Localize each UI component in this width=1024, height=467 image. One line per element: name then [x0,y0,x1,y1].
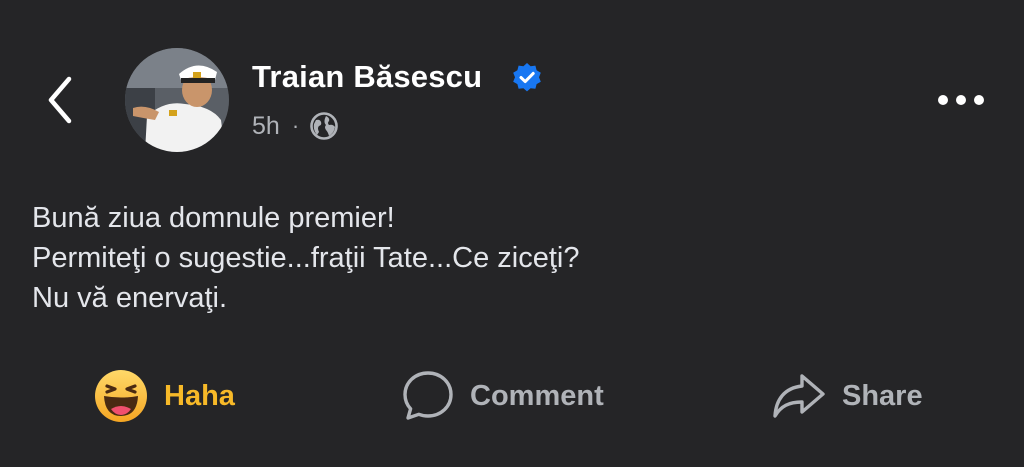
avatar[interactable] [125,48,229,152]
haha-label: Haha [164,379,235,412]
haha-reaction-button[interactable]: Haha [94,366,235,426]
comment-icon [403,371,453,420]
share-button[interactable]: Share [772,366,923,426]
chevron-left-icon [48,76,72,124]
verified-badge-icon [513,63,541,92]
post-line-1: Bună ziua domnule premier! [32,202,395,234]
post-line-2: Permiteţi o sugestie...fraţii Tate...Ce … [32,242,580,274]
more-dots-icon [938,95,948,105]
meta-separator: · [291,113,300,138]
share-icon [773,374,825,418]
author-name[interactable]: Traian Băsescu [252,59,482,95]
post-meta: 5h · [252,111,339,141]
more-options-button[interactable] [930,84,992,116]
comment-label: Comment [470,379,604,412]
globe-icon [310,112,338,140]
share-label: Share [842,379,923,412]
haha-emoji-icon [95,370,147,422]
comment-button[interactable]: Comment [402,366,604,426]
post-line-3: Nu vă enervaţi. [32,282,228,314]
action-bar: Haha Comment Share [0,366,1024,426]
post-body: Bună ziua domnule premier! Permiteţi o s… [32,198,992,318]
back-button[interactable] [38,72,82,128]
post-timestamp[interactable]: 5h [252,112,280,141]
